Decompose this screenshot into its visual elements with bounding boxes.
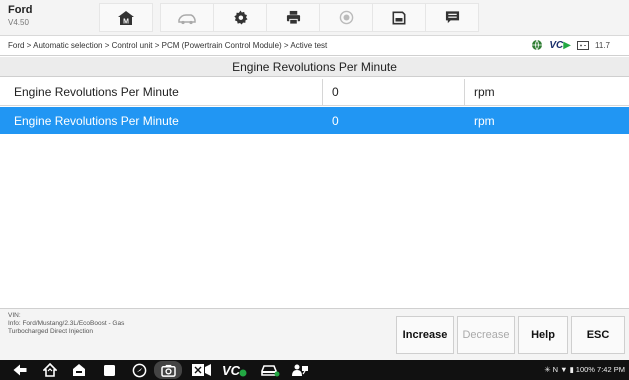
connection-status: VC▶ 11.7 [531, 39, 629, 51]
printer-icon [286, 10, 300, 25]
app-version: V4.50 [8, 18, 29, 27]
screen-record-icon [192, 364, 211, 376]
column-divider [322, 79, 323, 106]
top-toolbar: Ford V4.50 M [0, 0, 629, 36]
breadcrumb: Ford > Automatic selection > Control uni… [8, 41, 328, 50]
autel-home-icon [73, 364, 85, 376]
app-brand: Ford V4.50 [8, 4, 32, 29]
recent-apps-button[interactable] [101, 362, 117, 378]
vci-manager-icon: VC [222, 363, 247, 377]
screen-record-button[interactable] [190, 362, 214, 378]
recent-apps-icon [103, 364, 115, 376]
column-divider [464, 79, 465, 106]
battery-voltage: 11.7 [595, 40, 610, 50]
breadcrumb-bar: Ford > Automatic selection > Control uni… [0, 37, 629, 56]
system-status-bar: ✳ N ▼ ▮ 100% 7:42 PM [544, 365, 625, 374]
back-button[interactable] [12, 362, 28, 378]
vehicle-swap-icon [178, 13, 196, 24]
vehicle-info-line1: Info: Ford/Mustang/2.3L/EcoBoost - Gas [8, 320, 125, 327]
row-value: 0 [332, 113, 339, 128]
svg-text:M: M [123, 18, 129, 25]
back-arrow-icon [13, 364, 27, 376]
record-button[interactable] [319, 3, 373, 32]
increase-button[interactable]: Increase [396, 316, 454, 354]
camera-icon [160, 364, 176, 377]
settings-button[interactable] [213, 3, 267, 32]
row-name: Engine Revolutions Per Minute [14, 85, 179, 99]
decrease-button[interactable]: Decrease [457, 316, 515, 354]
row-name: Engine Revolutions Per Minute [14, 113, 179, 128]
car-icon [261, 365, 280, 377]
message-icon [445, 11, 459, 24]
home-nav-button[interactable] [42, 362, 58, 378]
android-nav-bar: VC ✳ N ▼ ▮ 100% 7:42 PM [0, 360, 629, 380]
table-row-selected[interactable]: Engine Revolutions Per Minute 0 rpm [0, 107, 629, 134]
vci-manager-button[interactable]: VC [222, 362, 248, 378]
battery-voltage-icon [577, 41, 589, 50]
save-icon [392, 11, 406, 24]
print-button[interactable] [266, 3, 320, 32]
vehicle-button[interactable] [260, 362, 280, 378]
row-value: 0 [332, 85, 339, 99]
gear-icon [233, 10, 248, 25]
browser-button[interactable] [130, 362, 148, 378]
remote-support-button[interactable] [290, 362, 310, 378]
vci-label: VC [549, 39, 564, 51]
browser-icon [132, 363, 146, 377]
app-name: Ford [8, 4, 33, 16]
svg-text:VC: VC [222, 363, 241, 377]
home-nav-icon [43, 363, 57, 377]
vehicle-swap-button[interactable] [160, 3, 214, 32]
vin-label: VIN: [8, 312, 21, 319]
home-button[interactable]: M [99, 3, 153, 32]
help-button[interactable]: Help [518, 316, 568, 354]
home-icon: M [118, 10, 134, 25]
save-button[interactable] [372, 3, 426, 32]
screenshot-button[interactable] [154, 361, 182, 379]
remote-support-icon [292, 364, 308, 376]
vci-status-icon: VC▶ [549, 39, 571, 51]
section-title: Engine Revolutions Per Minute [0, 57, 629, 77]
table-row[interactable]: Engine Revolutions Per Minute 0 rpm [0, 79, 629, 106]
bottom-panel: VIN: Info: Ford/Mustang/2.3L/EcoBoost - … [0, 308, 629, 360]
row-unit: rpm [474, 85, 495, 99]
network-globe-icon [532, 39, 543, 51]
vehicle-info-line2: Turbocharged Direct Injection [8, 328, 94, 335]
record-icon [339, 10, 353, 25]
autel-home-button[interactable] [71, 362, 87, 378]
vehicle-info: VIN: Info: Ford/Mustang/2.3L/EcoBoost - … [8, 312, 124, 336]
row-unit: rpm [474, 113, 495, 128]
esc-button[interactable]: ESC [571, 316, 625, 354]
message-button[interactable] [425, 3, 479, 32]
